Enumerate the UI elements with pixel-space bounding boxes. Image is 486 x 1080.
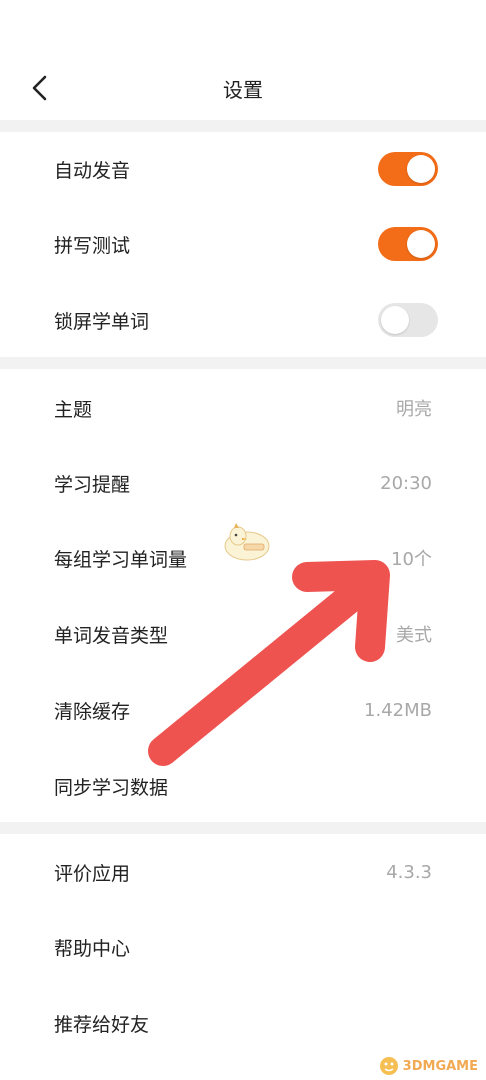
setting-value: 20:30 xyxy=(380,472,432,494)
setting-row-recommend-friend[interactable]: 推荐给好友 xyxy=(0,989,486,1057)
section-divider xyxy=(0,822,486,834)
setting-label: 锁屏学单词 xyxy=(54,310,150,333)
page-title: 设置 xyxy=(223,78,263,102)
setting-label: 帮助中心 xyxy=(54,937,131,960)
watermark-logo-icon xyxy=(379,1057,398,1075)
setting-value: 明亮 xyxy=(396,399,432,420)
setting-row-sync-data[interactable]: 同步学习数据 xyxy=(0,752,486,820)
section-divider xyxy=(0,120,486,132)
setting-label: 主题 xyxy=(54,398,93,421)
setting-row-study-reminder[interactable]: 学习提醒 20:30 xyxy=(0,449,486,517)
setting-label: 同步学习数据 xyxy=(54,776,169,799)
setting-label: 自动发音 xyxy=(54,159,131,182)
setting-label: 拼写测试 xyxy=(54,234,131,257)
lockscreen-words-toggle[interactable] xyxy=(378,303,438,337)
setting-value: 4.3.3 xyxy=(386,861,432,883)
setting-label: 清除缓存 xyxy=(54,700,131,723)
watermark-text: 3DMGAME xyxy=(402,1058,478,1074)
setting-row-clear-cache[interactable]: 清除缓存 1.42MB xyxy=(0,676,486,744)
mascot-sticker-icon xyxy=(224,523,270,561)
setting-value: 1.42MB xyxy=(364,699,432,721)
setting-row-rate-app[interactable]: 评价应用 4.3.3 xyxy=(0,838,486,906)
header-bar: 设置 xyxy=(0,0,486,120)
toggle-knob xyxy=(381,306,409,334)
setting-row-pronunciation-type[interactable]: 单词发音类型 美式 xyxy=(0,600,486,668)
section-divider xyxy=(0,357,486,369)
setting-row-lockscreen-words: 锁屏学单词 xyxy=(0,287,486,353)
setting-value: 美式 xyxy=(396,625,432,646)
setting-value: 10个 xyxy=(391,549,432,570)
spelling-test-toggle[interactable] xyxy=(378,227,438,261)
setting-label: 每组学习单词量 xyxy=(54,548,188,571)
setting-row-theme[interactable]: 主题 明亮 xyxy=(0,374,486,442)
setting-row-auto-pronounce: 自动发音 xyxy=(0,136,486,202)
setting-row-spelling-test: 拼写测试 xyxy=(0,211,486,277)
auto-pronounce-toggle[interactable] xyxy=(378,152,438,186)
setting-row-help-center[interactable]: 帮助中心 xyxy=(0,913,486,981)
toggle-knob xyxy=(407,155,435,183)
watermark: 3DMGAME xyxy=(379,1056,478,1076)
setting-label: 评价应用 xyxy=(54,862,131,885)
setting-label: 单词发音类型 xyxy=(54,624,169,647)
setting-label: 学习提醒 xyxy=(54,473,131,496)
setting-label: 推荐给好友 xyxy=(54,1013,150,1036)
toggle-knob xyxy=(407,230,435,258)
